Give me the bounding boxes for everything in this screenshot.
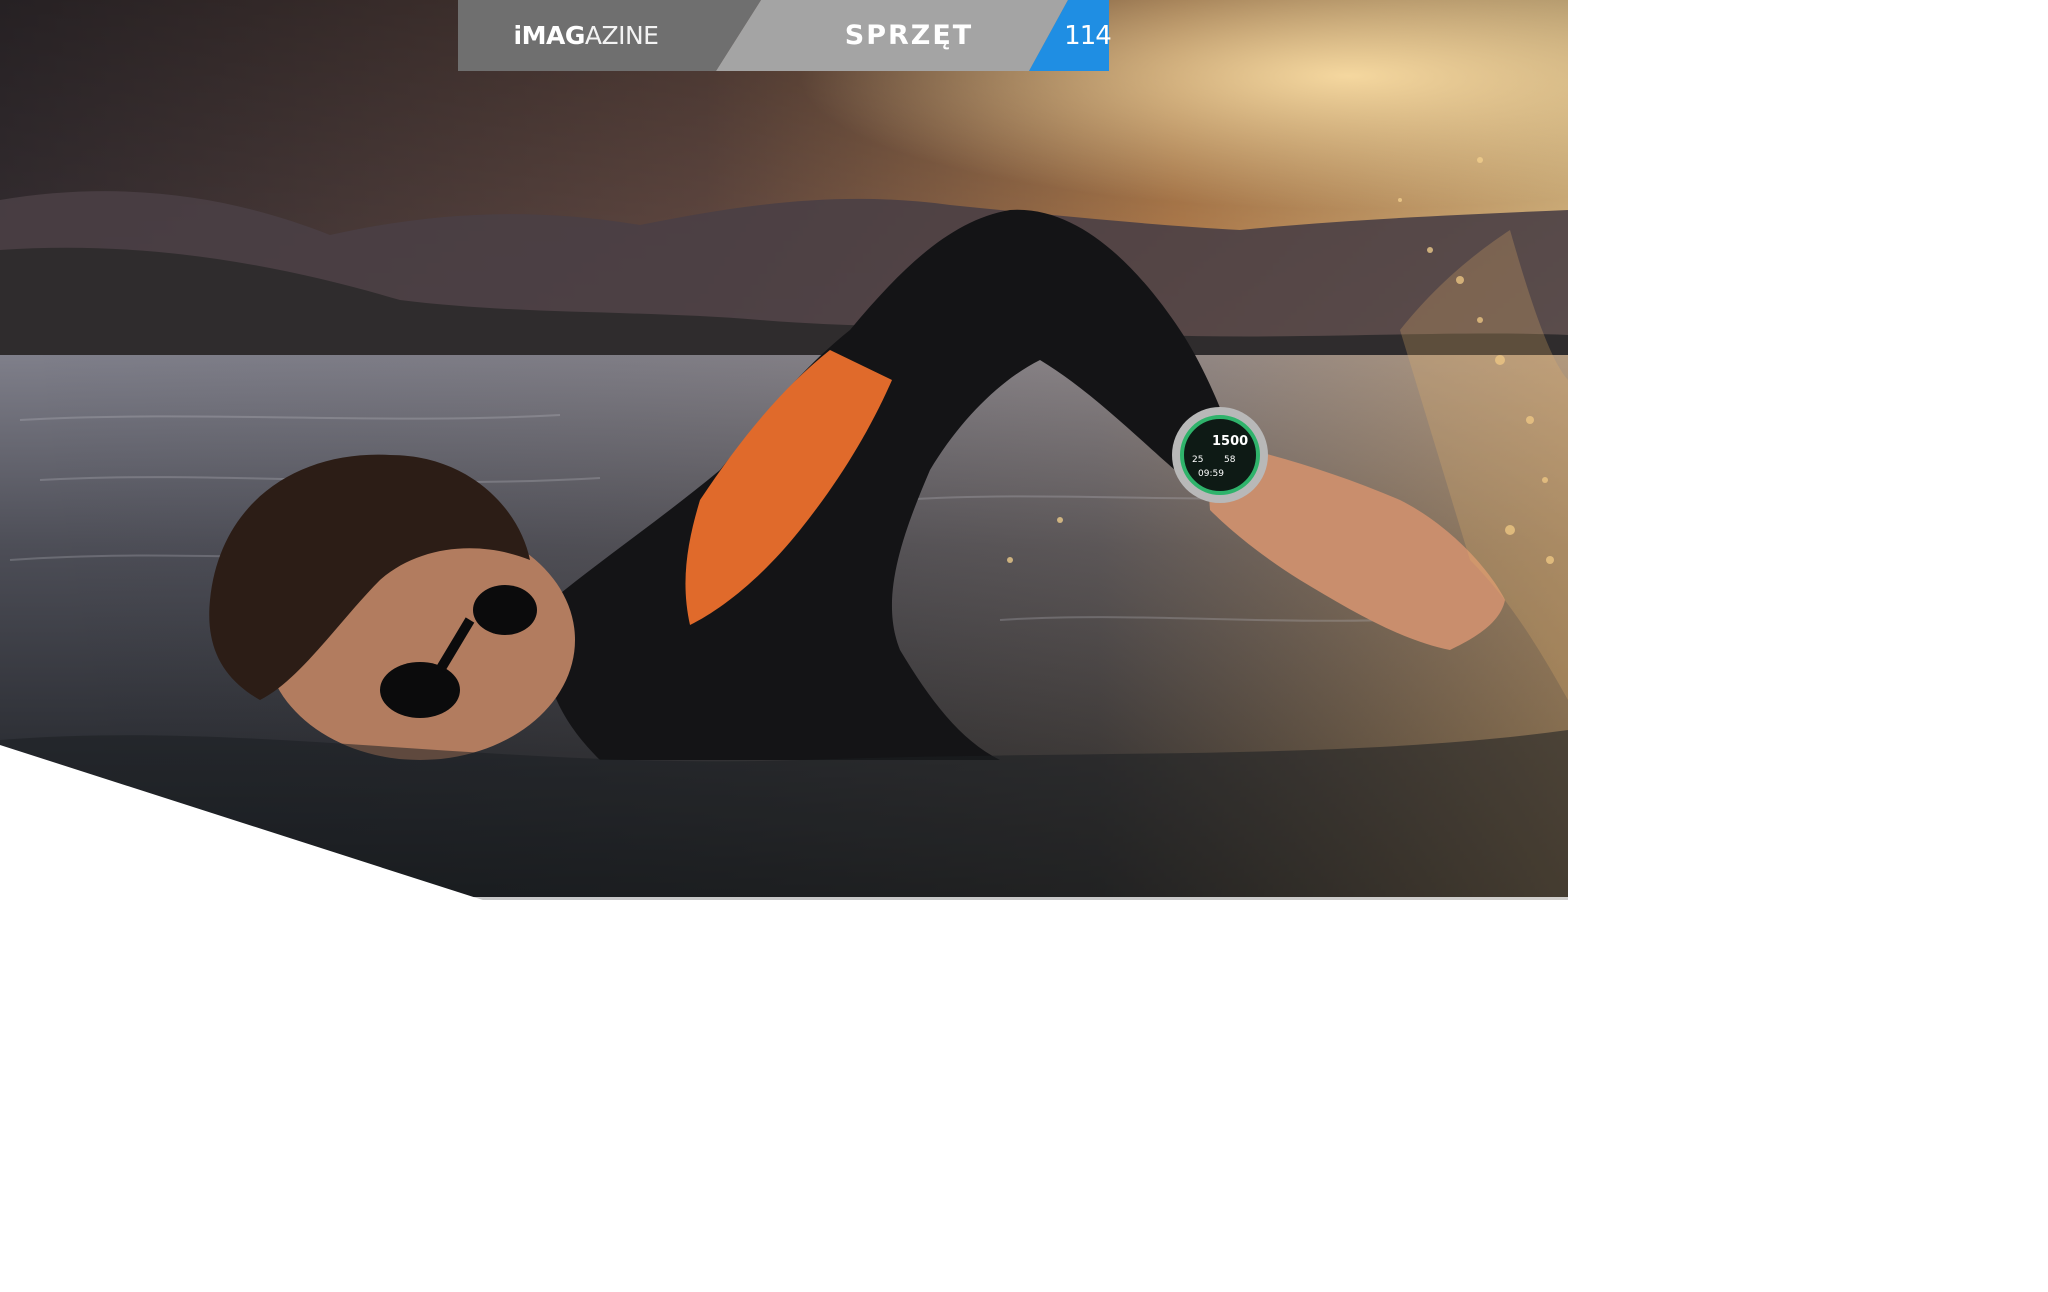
watch-time: 09:59 <box>1198 469 1224 479</box>
section-label: SPRZĘT <box>844 20 974 51</box>
brand-logo: i MAG AZINE <box>458 0 734 71</box>
brand-logo-dot: i <box>513 21 523 50</box>
watch-distance: 1500 <box>1212 434 1248 449</box>
page-number: 114 <box>1064 20 1112 51</box>
brand-logo-thin: AZINE <box>584 21 659 50</box>
brand-logo-bold: MAG <box>521 21 586 50</box>
watch-value-right: 58 <box>1224 455 1236 465</box>
watch-icon <box>1172 407 1268 503</box>
page-header: i MAG AZINE SPRZĘT 114 <box>458 0 1112 71</box>
watch-value-left: 25 <box>1192 455 1203 465</box>
hero-photo: 1500 25 58 09:59 <box>0 0 1568 989</box>
